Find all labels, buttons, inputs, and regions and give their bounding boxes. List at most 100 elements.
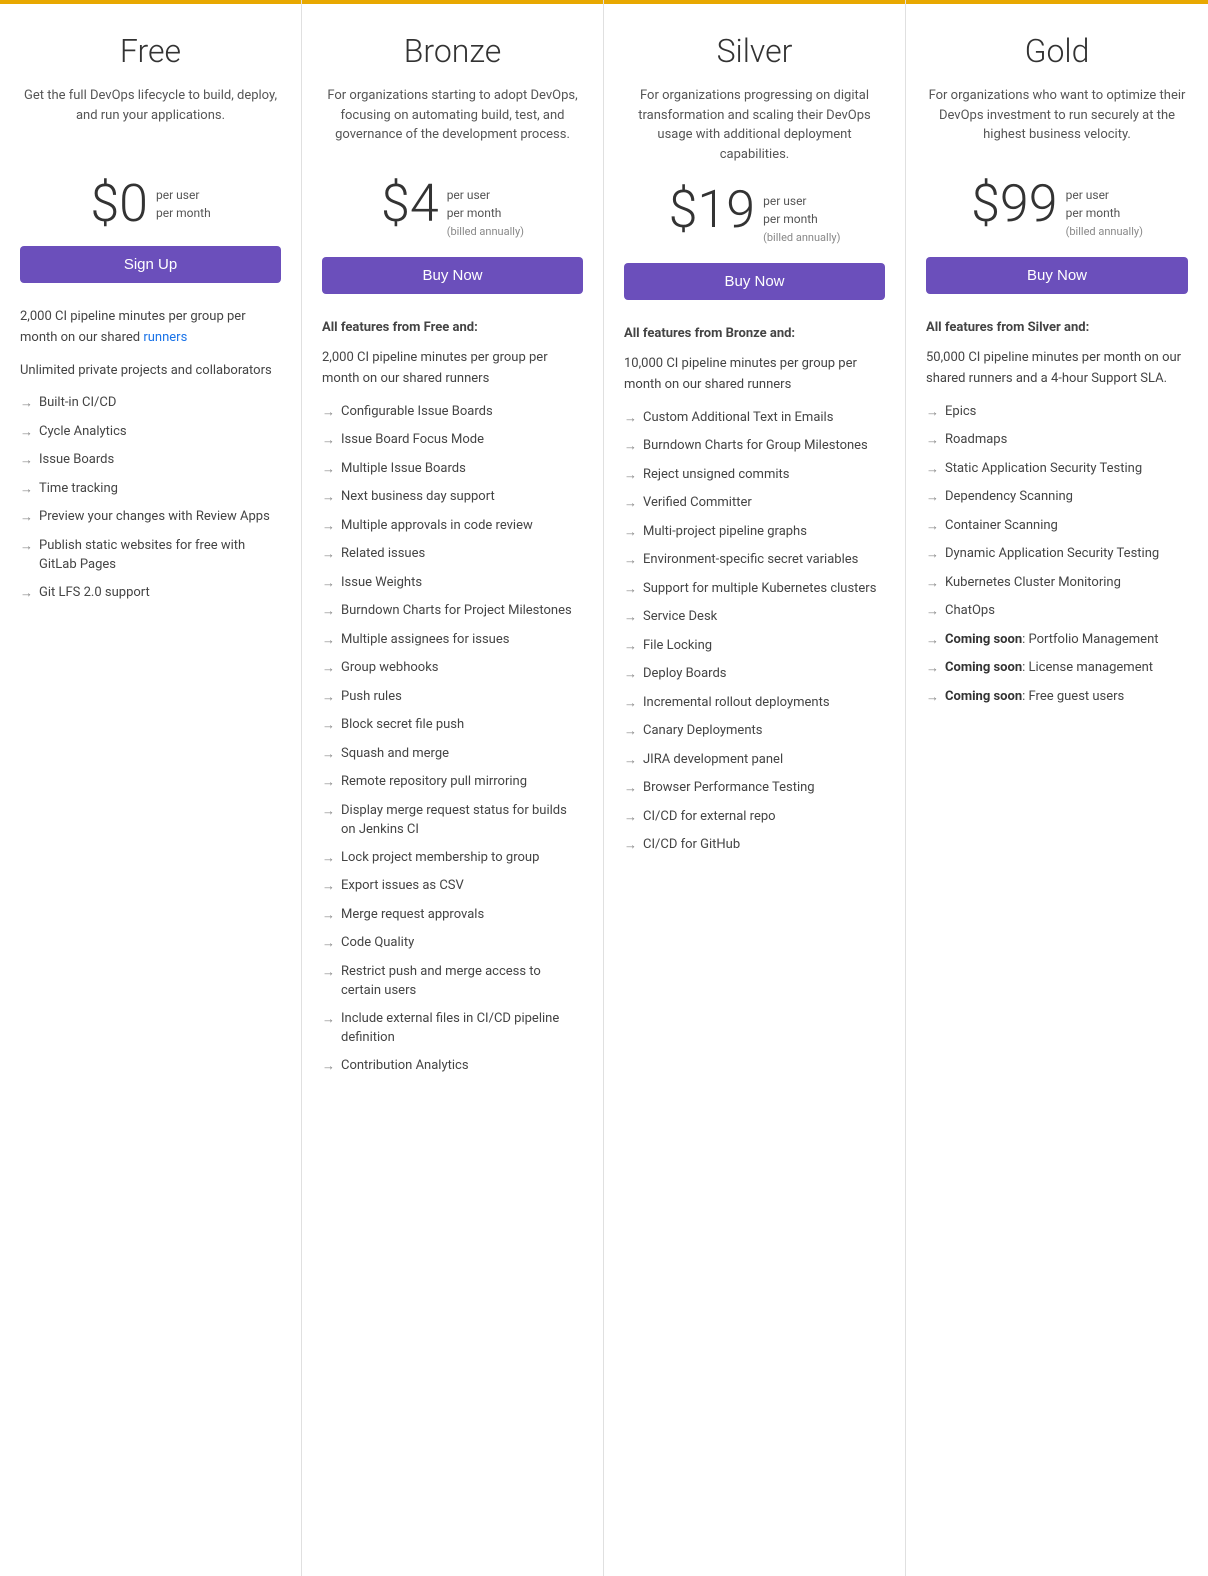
plan-name-bronze: Bronze xyxy=(322,32,583,70)
feature-coming-text-gold-2: Coming soon: Free guest users xyxy=(945,687,1188,707)
feature-item-silver-6: →Support for multiple Kubernetes cluster… xyxy=(624,579,885,600)
price-details-gold: per userper month(billed annually) xyxy=(1066,178,1143,241)
features-section-silver: All features from Bronze and:10,000 CI p… xyxy=(624,324,885,856)
feature-text-bronze-19: Restrict push and merge access to certai… xyxy=(341,962,583,1001)
arrow-icon: → xyxy=(322,431,335,451)
feature-item-bronze-12: →Squash and merge xyxy=(322,744,583,765)
arrow-icon: → xyxy=(322,517,335,537)
arrow-icon: → xyxy=(322,934,335,954)
feature-item-bronze-18: →Code Quality xyxy=(322,933,583,954)
feature-text-bronze-16: Export issues as CSV xyxy=(341,876,583,896)
feature-item-bronze-6: → Issue Weights xyxy=(322,573,583,594)
feature-text-free-3: Time tracking xyxy=(39,479,281,499)
feature-item-gold-7: →ChatOps xyxy=(926,601,1188,622)
arrow-icon: → xyxy=(926,631,939,651)
feature-item-silver-10: →Incremental rollout deployments xyxy=(624,693,885,714)
feature-text-gold-5: Dynamic Application Security Testing xyxy=(945,544,1188,564)
arrow-icon: → xyxy=(322,716,335,736)
arrow-icon: → xyxy=(624,580,637,600)
coming-soon-label: Coming soon xyxy=(945,689,1022,704)
feature-text-bronze-17: Merge request approvals xyxy=(341,905,583,925)
arrow-icon: → xyxy=(20,423,33,443)
arrow-icon: → xyxy=(322,1057,335,1077)
price-block-silver: $19per userper month(billed annually) xyxy=(624,184,885,247)
arrow-icon: → xyxy=(926,431,939,451)
feature-text-silver-14: CI/CD for external repo xyxy=(643,807,885,827)
feature-text-bronze-9: Group webhooks xyxy=(341,658,583,678)
arrow-icon: → xyxy=(322,802,335,822)
arrow-icon: → xyxy=(624,694,637,714)
arrow-icon: → xyxy=(322,849,335,869)
feature-text-silver-4: Multi-project pipeline graphs xyxy=(643,522,885,542)
arrow-icon: → xyxy=(322,602,335,622)
features-section-gold: All features from Silver and:50,000 CI p… xyxy=(926,318,1188,708)
feature-item-bronze-19: →Restrict push and merge access to certa… xyxy=(322,962,583,1001)
feature-item-gold-6: →Kubernetes Cluster Monitoring xyxy=(926,573,1188,594)
features-section-bronze: All features from Free and: 2,000 CI pipe… xyxy=(322,318,583,1077)
feature-plain-free-1: Unlimited private projects and collabora… xyxy=(20,361,281,382)
bronze-button[interactable]: Buy Now xyxy=(322,257,583,294)
arrow-icon: → xyxy=(322,745,335,765)
arrow-icon: → xyxy=(624,466,637,486)
plan-col-gold: GoldFor organizations who want to optimi… xyxy=(906,0,1208,1576)
feature-coming-soon-gold-2: →Coming soon: Free guest users xyxy=(926,687,1188,708)
arrow-icon: → xyxy=(322,906,335,926)
feature-item-silver-11: →Canary Deployments xyxy=(624,721,885,742)
feature-item-silver-3: →Verified Committer xyxy=(624,493,885,514)
feature-item-free-4: →Preview your changes with Review Apps xyxy=(20,507,281,528)
arrow-icon: → xyxy=(624,409,637,429)
feature-coming-text-gold-0: Coming soon: Portfolio Management xyxy=(945,630,1188,650)
feature-text-gold-6: Kubernetes Cluster Monitoring xyxy=(945,573,1188,593)
feature-text-bronze-0: Configurable Issue Boards xyxy=(341,402,583,422)
arrow-icon: → xyxy=(20,394,33,414)
price-block-free: $0per userper month xyxy=(20,178,281,230)
runners-link[interactable]: runners xyxy=(143,330,187,345)
feature-text-bronze-21: Contribution Analytics xyxy=(341,1056,583,1076)
price-block-gold: $99per userper month(billed annually) xyxy=(926,178,1188,241)
arrow-icon: → xyxy=(926,545,939,565)
gold-button[interactable]: Buy Now xyxy=(926,257,1188,294)
price-amount-silver: $19 xyxy=(669,184,756,236)
arrow-icon: → xyxy=(926,403,939,423)
arrow-icon: → xyxy=(20,451,33,471)
feature-coming-text-gold-1: Coming soon: License management xyxy=(945,658,1188,678)
feature-text-bronze-10: Push rules xyxy=(341,687,583,707)
feature-item-silver-15: →CI/CD for GitHub xyxy=(624,835,885,856)
feature-item-bronze-11: → Block secret file push xyxy=(322,715,583,736)
feature-item-silver-14: →CI/CD for external repo xyxy=(624,807,885,828)
feature-item-free-6: →Git LFS 2.0 support xyxy=(20,583,281,604)
feature-item-gold-1: →Roadmaps xyxy=(926,430,1188,451)
arrow-icon: → xyxy=(926,488,939,508)
features-header-bronze: All features from Free and: xyxy=(322,318,583,339)
feature-text-bronze-8: Multiple assignees for issues xyxy=(341,630,583,650)
feature-text-bronze-11: Block secret file push xyxy=(341,715,583,735)
arrow-icon: → xyxy=(322,488,335,508)
free-button[interactable]: Sign Up xyxy=(20,246,281,283)
feature-item-gold-2: →Static Application Security Testing xyxy=(926,459,1188,480)
feature-item-silver-13: →Browser Performance Testing xyxy=(624,778,885,799)
arrow-icon: → xyxy=(624,665,637,685)
feature-text-gold-7: ChatOps xyxy=(945,601,1188,621)
arrow-icon: → xyxy=(624,608,637,628)
feature-text-gold-3: Dependency Scanning xyxy=(945,487,1188,507)
arrow-icon: → xyxy=(322,574,335,594)
feature-text-bronze-6: Issue Weights xyxy=(341,573,583,593)
arrow-icon: → xyxy=(624,751,637,771)
price-amount-free: $0 xyxy=(90,178,148,230)
price-details-bronze: per userper month(billed annually) xyxy=(447,178,524,241)
silver-button[interactable]: Buy Now xyxy=(624,263,885,300)
arrow-icon: → xyxy=(322,877,335,897)
feature-text-bronze-3: Next business day support xyxy=(341,487,583,507)
feature-item-bronze-13: →Remote repository pull mirroring xyxy=(322,772,583,793)
feature-text-bronze-2: Multiple Issue Boards xyxy=(341,459,583,479)
feature-item-bronze-2: →Multiple Issue Boards xyxy=(322,459,583,480)
plan-name-free: Free xyxy=(20,32,281,70)
feature-text-silver-9: Deploy Boards xyxy=(643,664,885,684)
feature-text-gold-2: Static Application Security Testing xyxy=(945,459,1188,479)
feature-item-bronze-3: → Next business day support xyxy=(322,487,583,508)
feature-item-bronze-4: →Multiple approvals in code review xyxy=(322,516,583,537)
feature-item-silver-8: →File Locking xyxy=(624,636,885,657)
feature-item-silver-5: →Environment-specific secret variables xyxy=(624,550,885,571)
feature-intro-bronze: 2,000 CI pipeline minutes per group per … xyxy=(322,348,583,390)
feature-text-gold-4: Container Scanning xyxy=(945,516,1188,536)
